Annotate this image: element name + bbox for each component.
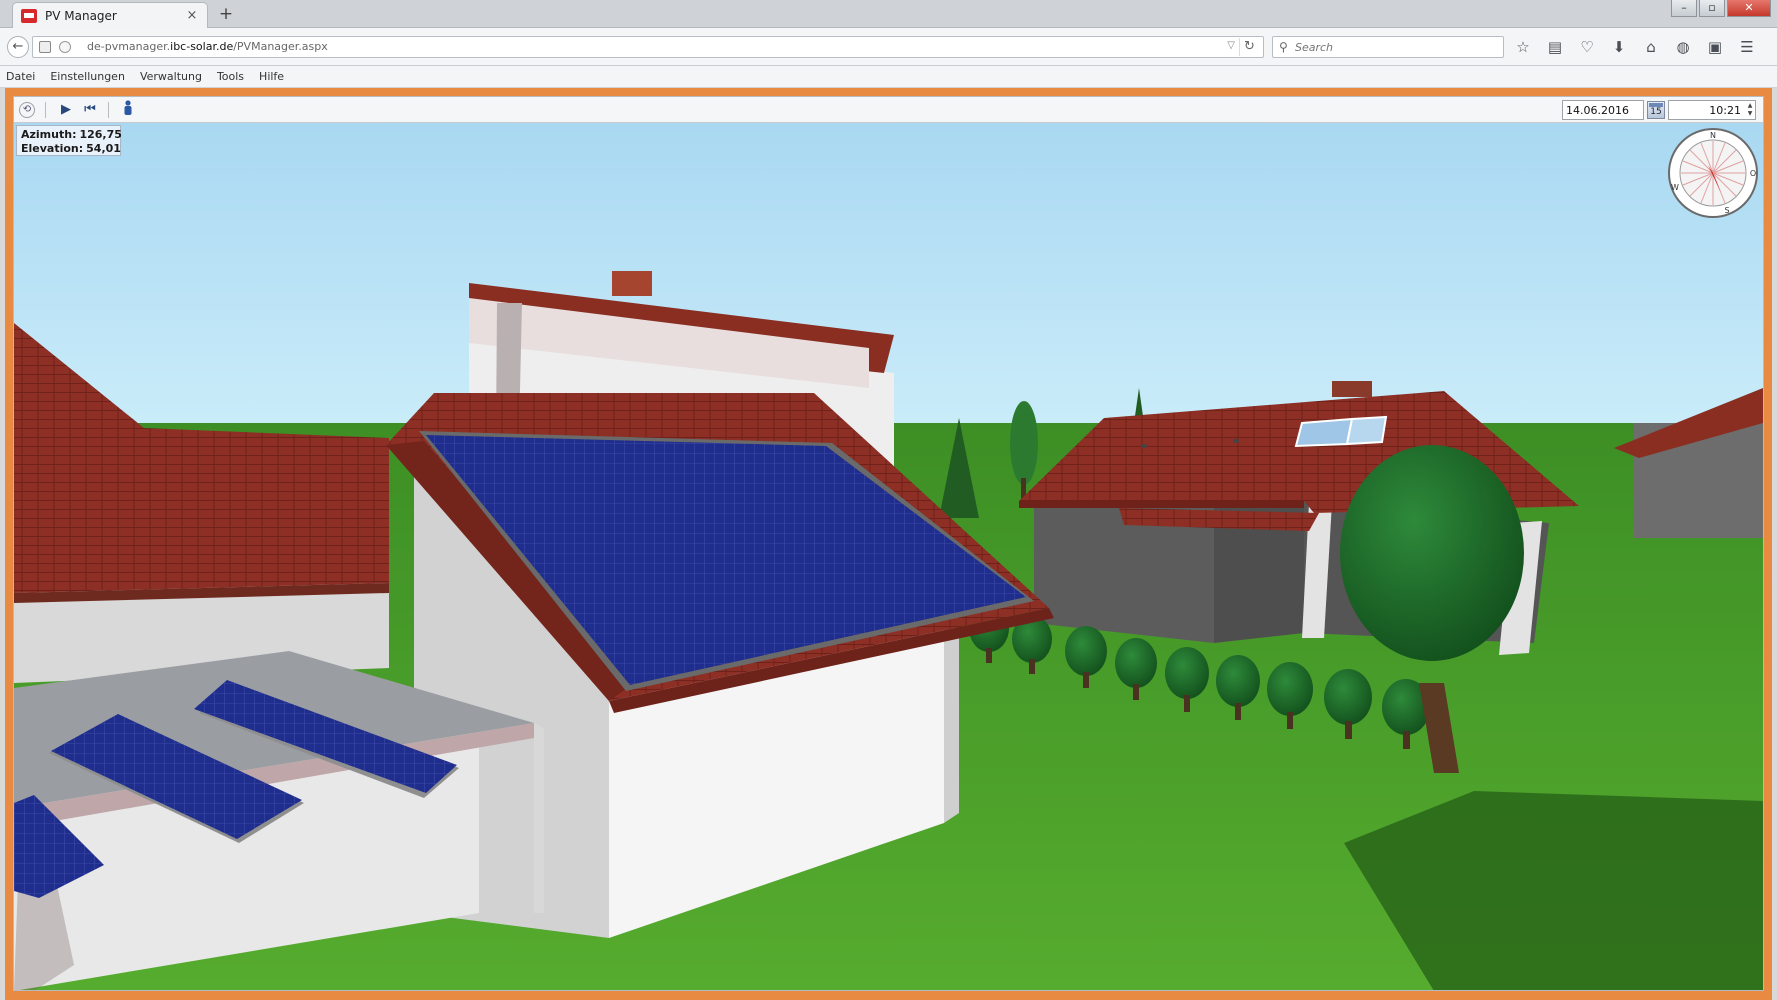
- browser-nav-bar: ← de-pvmanager.ibc-solar.de/PVManager.as…: [0, 28, 1777, 66]
- pocket-icon[interactable]: ♡: [1576, 37, 1598, 57]
- person-icon: [124, 100, 132, 115]
- url-path: /PVManager.aspx: [233, 40, 328, 53]
- azimuth-value: 126,75: [79, 128, 122, 141]
- browser-toolbar-icons: ☆ ▤ ♡ ⬇ ⌂ ◍ ▣ ☰: [1512, 37, 1758, 57]
- tab-close-icon[interactable]: ×: [185, 8, 199, 23]
- search-bar[interactable]: ⚲: [1272, 36, 1504, 58]
- back-arrow-icon: ←: [12, 39, 24, 54]
- compass-n: N: [1710, 131, 1716, 140]
- compass-s: S: [1724, 206, 1729, 215]
- minimize-button[interactable]: –: [1671, 0, 1697, 17]
- 3d-viewport[interactable]: Azimuth: 126,75 Elevation: 54,01 N O S W: [14, 123, 1763, 991]
- reset-view-button[interactable]: ⟲: [19, 102, 35, 118]
- reload-icon[interactable]: ↻: [1239, 38, 1259, 56]
- url-text[interactable]: de-pvmanager.ibc-solar.de/PVManager.aspx: [87, 40, 328, 53]
- toolbar-separator: [108, 102, 109, 118]
- time-field[interactable]: [1668, 100, 1756, 120]
- viewer-toolbar: ⟲ ▶ ⏮ 15 ▲▼: [14, 97, 1763, 123]
- menu-datei[interactable]: Datei: [6, 70, 35, 83]
- extension-icon[interactable]: ▣: [1704, 37, 1726, 57]
- search-icon: ⚲: [1279, 40, 1288, 54]
- window-controls: – ▫ ✕: [1671, 0, 1771, 17]
- maximize-button[interactable]: ▫: [1699, 0, 1725, 17]
- reading-list-icon[interactable]: ▤: [1544, 37, 1566, 57]
- person-view-button[interactable]: [118, 100, 138, 120]
- menu-einstellungen[interactable]: Einstellungen: [50, 70, 125, 83]
- new-tab-button[interactable]: +: [216, 4, 236, 24]
- play-animation-button[interactable]: ▶: [56, 100, 76, 120]
- calendar-icon[interactable]: 15: [1647, 101, 1665, 119]
- azimuth-row: Azimuth: 126,75: [21, 128, 122, 142]
- back-button[interactable]: ←: [7, 36, 29, 58]
- home-icon[interactable]: ⌂: [1640, 37, 1662, 57]
- compass-w: W: [1671, 183, 1679, 192]
- hamburger-menu-icon[interactable]: ☰: [1736, 37, 1758, 57]
- compass-o: O: [1750, 169, 1756, 178]
- tab-title: PV Manager: [45, 8, 117, 23]
- elevation-label: Elevation:: [21, 142, 84, 155]
- compass-widget[interactable]: N O S W: [1667, 127, 1759, 219]
- pv-manager-app: ⟲ ▶ ⏮ 15 ▲▼: [13, 96, 1764, 991]
- sun-position-panel: Azimuth: 126,75 Elevation: 54,01: [16, 125, 122, 156]
- browser-tab[interactable]: PV Manager ×: [12, 2, 208, 28]
- elevation-value: 54,01: [86, 142, 121, 155]
- toolbar-separator: [45, 102, 46, 118]
- download-icon[interactable]: ⬇: [1608, 37, 1630, 57]
- app-frame: ⟲ ▶ ⏮ 15 ▲▼: [5, 88, 1772, 1000]
- menu-tools[interactable]: Tools: [217, 70, 244, 83]
- search-input[interactable]: [1295, 39, 1495, 55]
- url-prefix: de-pvmanager.: [87, 40, 171, 53]
- page-list-icon: [39, 41, 51, 53]
- menu-hilfe[interactable]: Hilfe: [259, 70, 284, 83]
- site-info-icon[interactable]: [59, 41, 71, 53]
- close-window-button[interactable]: ✕: [1727, 0, 1771, 17]
- time-spinner[interactable]: ▲ ▼: [1746, 102, 1754, 118]
- azimuth-label: Azimuth:: [21, 128, 77, 141]
- date-field[interactable]: [1562, 100, 1644, 120]
- app-menu-bar: Datei Einstellungen Verwaltung Tools Hil…: [0, 66, 1777, 88]
- url-bar[interactable]: de-pvmanager.ibc-solar.de/PVManager.aspx…: [32, 36, 1264, 58]
- rewind-button[interactable]: ⏮: [80, 100, 100, 120]
- bookmark-star-icon[interactable]: ☆: [1512, 37, 1534, 57]
- browser-tab-bar: PV Manager × + – ▫ ✕: [0, 0, 1777, 28]
- 3d-scene[interactable]: [14, 123, 1763, 991]
- url-domain: ibc-solar.de: [170, 40, 234, 53]
- menu-verwaltung[interactable]: Verwaltung: [140, 70, 202, 83]
- elevation-row: Elevation: 54,01: [21, 142, 121, 156]
- chat-icon[interactable]: ◍: [1672, 37, 1694, 57]
- ibc-favicon-icon: [21, 8, 37, 23]
- url-dropdown-icon[interactable]: ▽: [1227, 40, 1235, 51]
